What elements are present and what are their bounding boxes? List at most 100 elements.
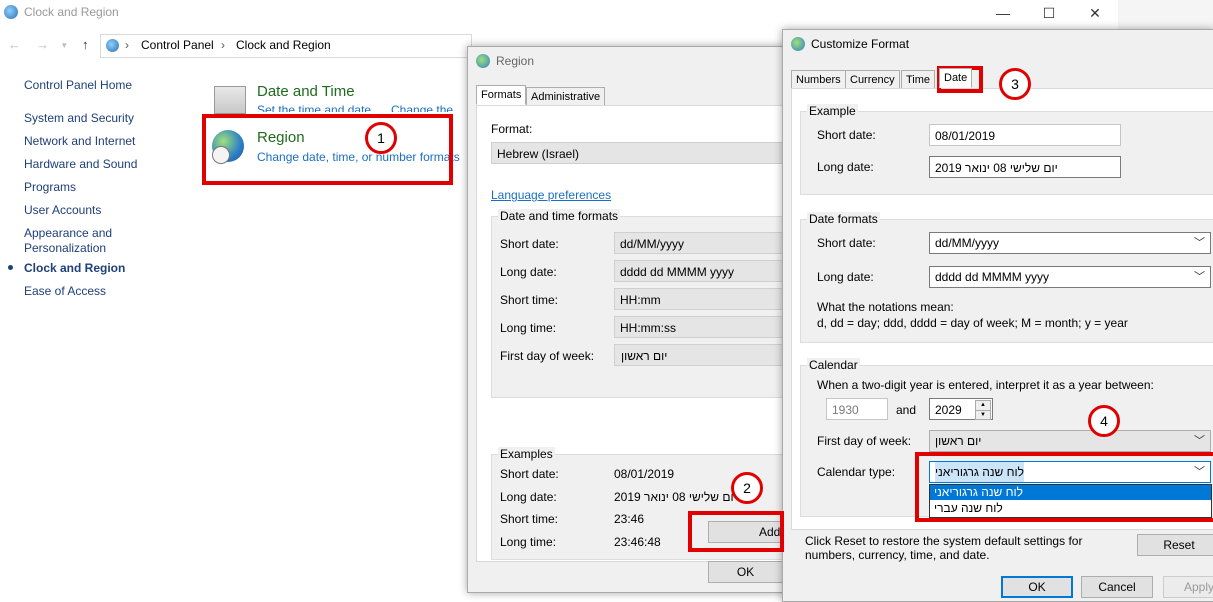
- date-time-title[interactable]: Date and Time: [257, 83, 355, 100]
- long-time-combo[interactable]: HH:mm:ss: [614, 316, 794, 338]
- address-bar[interactable]: › Control Panel › Clock and Region: [100, 34, 472, 58]
- date-time-formats-group-title: Date and time formats: [498, 209, 621, 223]
- sidebar-item-home[interactable]: Control Panel Home: [24, 78, 132, 92]
- cf-example-short-date-field: 08/01/2019: [929, 124, 1121, 146]
- chevron-down-icon: ﹀: [1194, 435, 1205, 447]
- example-short-date-value: 08/01/2019: [614, 467, 675, 481]
- region-ok-button[interactable]: OK: [708, 561, 783, 583]
- minimize-button[interactable]: —: [980, 0, 1026, 26]
- annotation-box-additional: [688, 511, 784, 552]
- cf-example-long-date-value: יום שלישי 08 ינואר 2019: [935, 161, 1058, 175]
- example-group-title: Example: [807, 104, 858, 118]
- current-item-bullet-icon: [8, 265, 13, 270]
- example-group: Example Short date: 08/01/2019 Long date…: [800, 104, 1213, 195]
- tab-formats[interactable]: Formats: [476, 85, 527, 105]
- cf-short-date-value: dd/MM/yyyy: [935, 236, 1000, 250]
- region-dialog-icon: [476, 54, 490, 68]
- sidebar-item-appearance[interactable]: Appearance and: [24, 226, 112, 240]
- first-day-combo[interactable]: יום ראשון: [614, 344, 794, 366]
- example-long-time-value: 23:46:48: [614, 535, 661, 549]
- example-short-time-label: Short time:: [500, 512, 559, 526]
- up-arrow-icon[interactable]: ↑: [82, 37, 89, 52]
- first-day-value: יום ראשון: [621, 349, 668, 363]
- annotation-marker-1: 1: [365, 122, 397, 154]
- example-long-date-value: יום שלישי 08 ינואר 2019: [614, 490, 737, 504]
- cf-example-long-date-field: יום שלישי 08 ינואר 2019: [929, 156, 1121, 178]
- region-dialog-title: Region: [496, 54, 535, 68]
- year-to-spinner[interactable]: 2029 ▲ ▼: [929, 398, 993, 420]
- language-preferences-link[interactable]: Language preferences: [491, 188, 611, 202]
- short-date-combo[interactable]: dd/MM/yyyy: [614, 232, 794, 254]
- format-combo[interactable]: Hebrew (Israel): [491, 142, 791, 164]
- first-day-label: First day of week:: [500, 349, 595, 363]
- back-arrow-icon[interactable]: ←: [8, 37, 21, 52]
- example-long-date-label: Long date:: [500, 490, 557, 504]
- example-short-date-label: Short date:: [500, 467, 559, 481]
- cf-cancel-button[interactable]: Cancel: [1081, 576, 1153, 598]
- breadcrumb-separator-icon: ›: [125, 38, 129, 52]
- cf-first-day-combo[interactable]: יום ראשון ﹀: [929, 430, 1211, 452]
- year-to-value: 2029: [935, 403, 962, 417]
- control-panel-icon: [4, 5, 18, 19]
- short-time-label: Short time:: [500, 293, 559, 307]
- tab-numbers[interactable]: Numbers: [791, 70, 846, 90]
- annotation-marker-2: 2: [731, 472, 763, 504]
- recent-chevron-icon[interactable]: ▾: [62, 40, 67, 51]
- cf-short-date-label: Short date:: [817, 236, 876, 250]
- address-cp-icon: [106, 39, 119, 52]
- cf-ok-button[interactable]: OK: [1001, 576, 1073, 598]
- maximize-button[interactable]: ☐: [1026, 0, 1072, 26]
- spin-down-icon[interactable]: ▼: [975, 410, 991, 420]
- sidebar-item-hardware[interactable]: Hardware and Sound: [24, 157, 137, 171]
- notation-text: d, dd = day; ddd, dddd = day of week; M …: [817, 316, 1128, 330]
- chevron-down-icon: ﹀: [1194, 271, 1205, 283]
- long-date-label: Long date:: [500, 265, 557, 279]
- short-date-label: Short date:: [500, 237, 559, 251]
- cf-short-date-combo[interactable]: dd/MM/yyyy ﹀: [929, 232, 1211, 254]
- change-time-link[interactable]: Change the tim: [391, 103, 467, 112]
- cf-long-date-combo[interactable]: dddd dd MMMM yyyy ﹀: [929, 266, 1211, 288]
- breadcrumb-clock-region[interactable]: Clock and Region: [236, 38, 331, 52]
- cf-example-long-date-label: Long date:: [817, 160, 874, 174]
- sidebar-item-clock-region[interactable]: Clock and Region: [24, 261, 125, 275]
- chevron-down-icon: ﹀: [1194, 237, 1205, 249]
- breadcrumb-separator-icon: ›: [221, 38, 225, 52]
- cf-first-day-value: יום ראשון: [935, 434, 982, 448]
- cf-first-day-label: First day of week:: [817, 434, 912, 448]
- cf-example-short-date-label: Short date:: [817, 128, 876, 142]
- long-date-combo[interactable]: dddd dd MMMM yyyy: [614, 260, 794, 282]
- tab-time[interactable]: Time: [901, 70, 936, 90]
- date-formats-group: Date formats Short date: dd/MM/yyyy ﹀ Lo…: [800, 212, 1213, 343]
- sidebar-item-system-security[interactable]: System and Security: [24, 111, 134, 125]
- annotation-marker-3: 3: [999, 68, 1031, 100]
- reset-button[interactable]: Reset: [1137, 534, 1213, 556]
- example-short-time-value: 23:46: [614, 512, 645, 526]
- two-digit-year-text: When a two-digit year is entered, interp…: [817, 378, 1154, 392]
- sidebar-item-personalization[interactable]: Personalization: [24, 241, 106, 255]
- sidebar-item-ease-of-access[interactable]: Ease of Access: [24, 284, 106, 298]
- annotation-box-calendar-type: [915, 452, 1213, 522]
- tab-currency[interactable]: Currency: [845, 70, 900, 90]
- tab-administrative[interactable]: Administrative: [526, 87, 606, 107]
- date-time-links: Set the time and date Change the tim: [257, 100, 467, 112]
- cf-long-date-label: Long date:: [817, 270, 874, 284]
- breadcrumb-control-panel[interactable]: Control Panel: [141, 38, 214, 52]
- examples-group-title: Examples: [498, 447, 555, 461]
- example-long-time-label: Long time:: [500, 535, 557, 549]
- tab-date[interactable]: Date: [939, 68, 973, 88]
- sidebar-item-programs[interactable]: Programs: [24, 180, 76, 194]
- short-time-combo[interactable]: HH:mm: [614, 288, 794, 310]
- forward-arrow-icon[interactable]: →: [36, 37, 49, 52]
- window-title: Clock and Region: [24, 5, 119, 19]
- sidebar-item-network[interactable]: Network and Internet: [24, 134, 135, 148]
- cf-long-date-value: dddd dd MMMM yyyy: [935, 270, 1050, 284]
- format-label: Format:: [491, 122, 533, 136]
- notation-title: What the notations mean:: [817, 300, 954, 314]
- right-edge-strip: [1118, 0, 1213, 30]
- cf-apply-button[interactable]: Apply: [1163, 576, 1213, 598]
- customize-dialog-icon: [791, 37, 805, 51]
- set-time-date-link[interactable]: Set the time and date: [257, 103, 371, 112]
- calendar-group-title: Calendar: [807, 358, 860, 372]
- close-button[interactable]: ✕: [1072, 0, 1118, 26]
- sidebar-item-user-accounts[interactable]: User Accounts: [24, 203, 101, 217]
